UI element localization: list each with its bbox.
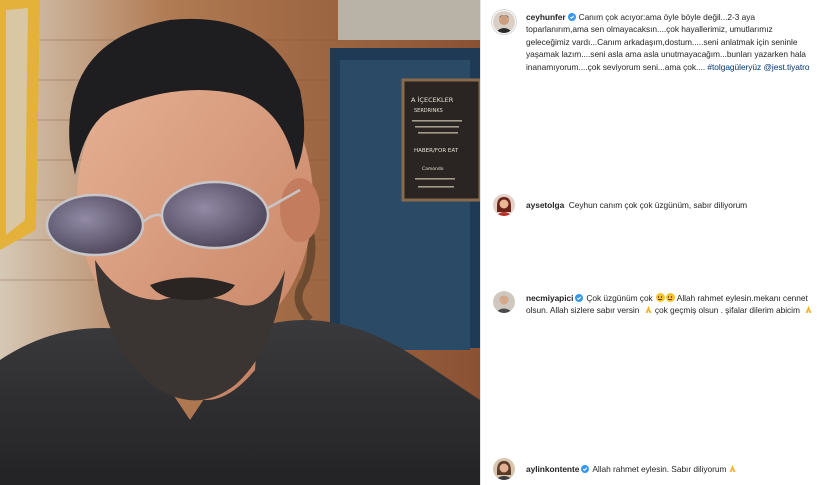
sign-line-1: A İÇECEKLER [411, 95, 454, 104]
comments-panel: ceyhunfer Canım çok acıyor:ama öyle böyle… [481, 0, 820, 485]
verified-badge-icon [581, 465, 590, 473]
avatar[interactable] [493, 11, 515, 33]
comment-body: aysetolga Ceyhun canım çok çok üzgünüm, … [526, 194, 815, 211]
avatar[interactable] [493, 458, 515, 480]
username[interactable]: aylinkontente [526, 464, 579, 474]
verified-badge-icon [567, 13, 576, 21]
avatar-image [493, 194, 515, 216]
comment-text: Allah rahmet eylesin. Sabır diliyorum [592, 464, 727, 474]
comment-item: aylinkontente Allah rahmet eylesin. Sabır… [493, 458, 815, 480]
praying-hands-icon [644, 306, 652, 314]
comment-body: aylinkontente Allah rahmet eylesin. Sabır… [526, 458, 815, 475]
avatar[interactable] [493, 194, 515, 216]
sign-line-3: HABER/FOR EAT [414, 148, 459, 154]
praying-hands-icon [805, 306, 812, 314]
comment-item: necmiyapici Çok üzgünüm çok Allah rahmet … [493, 291, 815, 317]
avatar-image [493, 11, 515, 33]
sign-line-4: Camondo [422, 166, 444, 172]
frowning-face-icon [655, 293, 665, 302]
mention-link[interactable]: @jest.tiyatro [763, 62, 809, 72]
username[interactable]: aysetolga [526, 200, 564, 210]
hashtag-link[interactable]: #tolgagüleryüz [707, 62, 761, 72]
verified-badge-icon [575, 294, 584, 302]
avatar-image [493, 458, 515, 480]
post-photo: A İÇECEKLER SERDRINKS HABER/FOR EAT Camo… [0, 0, 480, 485]
praying-hands-icon [729, 464, 737, 473]
avatar[interactable] [493, 291, 515, 313]
username[interactable]: necmiyapici [526, 293, 573, 303]
comment-item: aysetolga Ceyhun canım çok çok üzgünüm, … [493, 194, 815, 216]
comment-text-middle: çok geçmiş olsun . şifalar dilerim abici… [652, 305, 803, 316]
username[interactable]: ceyhunfer [526, 12, 566, 22]
avatar-image [493, 291, 515, 313]
comment-body: necmiyapici Çok üzgünüm çok Allah rahmet … [526, 291, 815, 317]
comment-text: Ceyhun canım çok çok üzgünüm, sabır dili… [568, 200, 748, 210]
caption-comment: ceyhunfer Canım çok acıyor:ama öyle böyle… [493, 11, 815, 73]
comment-body: ceyhunfer Canım çok acıyor:ama öyle böyle… [526, 11, 815, 73]
comment-text-before: Çok üzgünüm çok [586, 293, 655, 303]
sign-line-2: SERDRINKS [414, 108, 443, 114]
frowning-face-icon [665, 293, 675, 302]
selfie-photo: A İÇECEKLER SERDRINKS HABER/FOR EAT Camo… [0, 0, 480, 485]
